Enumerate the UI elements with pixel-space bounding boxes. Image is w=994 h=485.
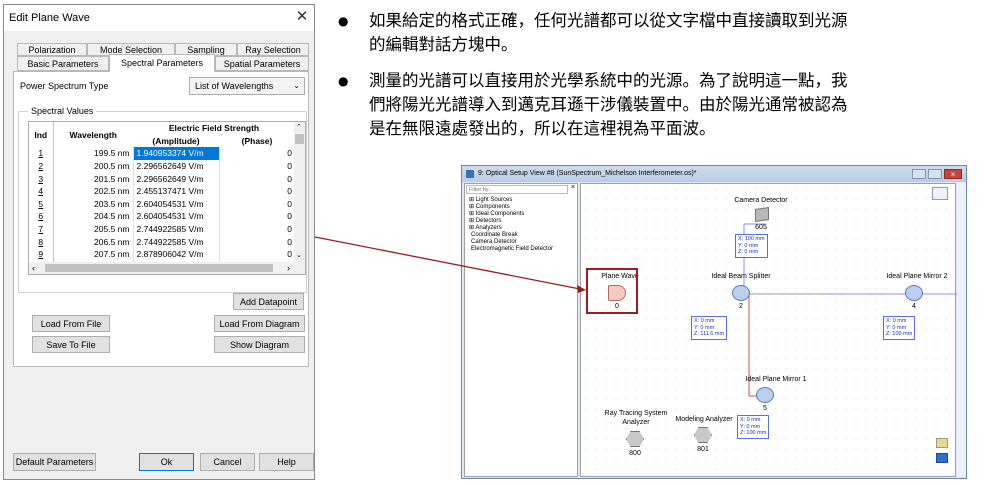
arrow-head: [577, 285, 586, 293]
tab-spectral-parameters[interactable]: Spectral Parameters: [109, 54, 215, 72]
callout-arrow: [314, 236, 586, 293]
callout-line: [314, 236, 581, 290]
